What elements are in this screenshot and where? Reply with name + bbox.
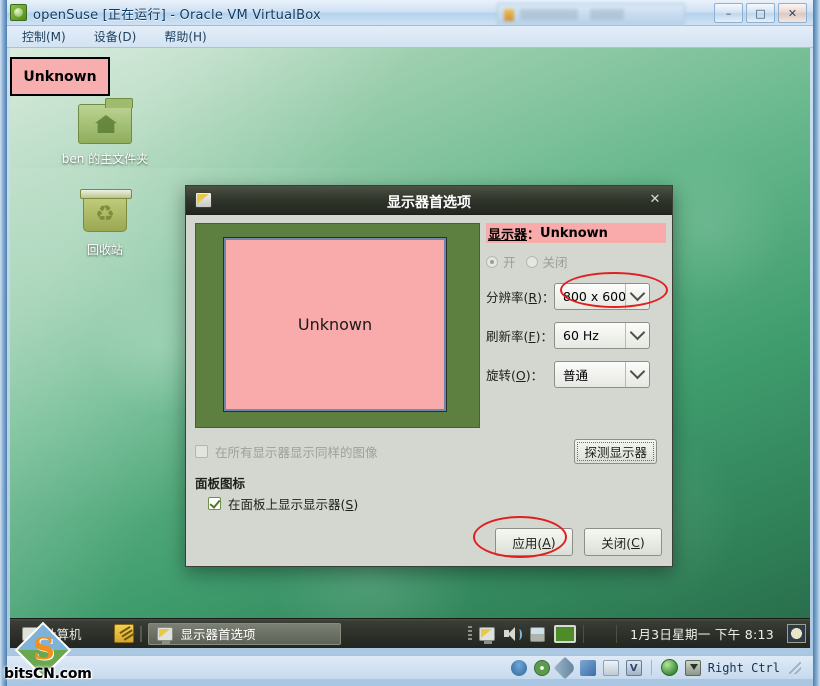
resolution-value: 800 x 600 (563, 289, 627, 304)
refresh-rate-value: 60 Hz (563, 328, 599, 343)
window-title: openSuse [正在运行] - Oracle VM VirtualBox (33, 8, 321, 23)
menubar: 控制(M) 设备(D) 帮助(H) (7, 26, 813, 48)
opensuse-icon (10, 4, 27, 21)
maximize-button[interactable]: □ (746, 3, 775, 23)
chevron-down-icon (625, 362, 649, 387)
taskbar-separator (139, 625, 142, 642)
monitor-name-value: Unknown (540, 225, 608, 241)
window-titlebar: openSuse [正在运行] - Oracle VM VirtualBox –… (0, 0, 820, 26)
chevron-down-icon (625, 284, 649, 309)
show-monitors-in-panel-row[interactable]: 在面板上显示显示器(S) (208, 494, 358, 513)
printer-icon[interactable] (528, 625, 547, 643)
vrde-icon[interactable]: V (625, 659, 642, 676)
menu-item-help[interactable]: 帮助(H) (160, 26, 210, 47)
refresh-rate-label: 刷新率(F)： (486, 329, 553, 344)
radio-on-dot (486, 255, 498, 268)
resize-grip[interactable] (789, 661, 801, 674)
radio-on[interactable]: 开 (486, 252, 516, 271)
minimize-button[interactable]: – (714, 3, 743, 23)
display-preferences-dialog: 显示器首选项 ✕ Unknown 显示器 ： Unknown 开 关闭 分辨率(… (185, 185, 673, 567)
rotation-row: 旋转(O)： 普通 (486, 361, 666, 388)
monitor-arrangement-canvas[interactable]: Unknown (195, 223, 480, 428)
taskbar-task-label: 显示器首选项 (180, 627, 256, 642)
taskbar-clock[interactable]: 1月3日星期一 下午 8:13 (624, 624, 780, 643)
apply-button[interactable]: 应用(A) (495, 528, 573, 556)
dialog-body: Unknown 显示器 ： Unknown 开 关闭 分辨率(R)： 800 x… (186, 215, 672, 566)
virtualbox-window: openSuse [正在运行] - Oracle VM VirtualBox –… (0, 0, 820, 686)
notes-icon[interactable] (113, 624, 134, 643)
dialog-title: 显示器首选项 (387, 195, 471, 211)
globe-icon[interactable] (660, 659, 678, 676)
desktop-icon-trash[interactable]: 回收站 (50, 189, 160, 258)
refresh-rate-row: 刷新率(F)： 60 Hz (486, 322, 666, 349)
radio-off-label: 关闭 (542, 255, 568, 270)
monitor-power-radio-group: 开 关闭 (486, 252, 666, 271)
taskbar-task-display-preferences[interactable]: 显示器首选项 (147, 622, 341, 645)
radio-off[interactable]: 关闭 (525, 252, 568, 271)
desktop-icon-trash-label: 回收站 (86, 243, 123, 257)
moon-icon[interactable] (787, 624, 806, 643)
monitor-icon (156, 626, 173, 644)
dialog-titlebar: 显示器首选项 ✕ (186, 186, 672, 215)
cd-icon[interactable] (533, 659, 550, 676)
monitor-preview-rect[interactable]: Unknown (223, 237, 447, 412)
same-image-checkbox[interactable] (195, 445, 208, 458)
background-window-title (520, 9, 640, 20)
dialog-button-row: 应用(A) 关闭(C) (495, 528, 662, 556)
network-icon[interactable] (579, 659, 596, 676)
host-key-icon (684, 659, 701, 676)
show-monitors-checkbox[interactable] (208, 497, 221, 510)
menu-item-devices[interactable]: 设备(D) (90, 26, 141, 47)
same-image-row: 在所有显示器显示同样的图像 探测显示器 (195, 439, 657, 464)
desktop-icon-home-label: ben 的主文件夹 (61, 152, 149, 166)
shared-folder-icon[interactable] (602, 659, 619, 676)
system-tray: 1月3日星期一 下午 8:13 (468, 619, 810, 648)
detect-monitors-button[interactable]: 探测显示器 (574, 439, 657, 464)
chevron-down-icon (625, 323, 649, 348)
close-dialog-button[interactable]: 关闭(C) (584, 528, 662, 556)
rotation-select[interactable]: 普通 (554, 361, 650, 388)
tray-spacer (583, 624, 618, 643)
monitor-name-separator: ： (527, 227, 541, 243)
harddisk-icon[interactable] (510, 659, 527, 676)
resolution-row: 分辨率(R)： 800 x 600 (486, 283, 666, 310)
trash-icon (50, 189, 160, 239)
tray-drag-handle[interactable] (468, 626, 473, 641)
refresh-rate-select[interactable]: 60 Hz (554, 322, 650, 349)
virtualbox-status-bar: V Right Ctrl (7, 655, 813, 679)
resolution-select[interactable]: 800 x 600 (554, 283, 650, 310)
host-key-label: Right Ctrl (707, 660, 780, 675)
status-divider (650, 660, 652, 675)
monitor-name-label: 显示器 (488, 227, 528, 243)
rotation-label: 旋转(O)： (486, 368, 544, 383)
desktop-icon-home[interactable]: ben 的主文件夹 (50, 98, 160, 167)
radio-on-label: 开 (503, 255, 516, 270)
monitor-identify-overlay: Unknown (10, 57, 110, 96)
radio-off-dot (525, 255, 538, 268)
monitor-name-header: 显示器 ： Unknown (486, 223, 666, 243)
volume-icon[interactable] (502, 625, 523, 643)
watermark-logo-letter: S (33, 632, 55, 667)
window-frame-left (0, 0, 7, 686)
show-monitors-label: 在面板上显示显示器(S) (228, 497, 359, 512)
close-button[interactable]: ✕ (778, 3, 807, 23)
background-window-icon (504, 9, 514, 21)
watermark: S bitsCN.com (4, 621, 110, 686)
rotation-value: 普通 (563, 368, 589, 383)
window-frame-right (813, 0, 820, 686)
panel-icon-section-title: 面板图标 (195, 476, 246, 491)
resolution-label: 分辨率(R)： (486, 290, 555, 305)
display-tray-icon[interactable] (479, 626, 496, 644)
home-folder-icon (50, 98, 160, 148)
monitor-settings-panel: 显示器 ： Unknown 开 关闭 分辨率(R)： 800 x 600 刷新率… (486, 223, 666, 388)
same-image-label: 在所有显示器显示同样的图像 (215, 445, 378, 460)
background-window[interactable] (497, 3, 685, 25)
menu-item-control[interactable]: 控制(M) (18, 26, 70, 47)
guest-screen: ben 的主文件夹 回收站 Unknown 显示器首选项 ✕ Unknown (10, 48, 810, 648)
watermark-text: bitsCN.com (4, 666, 92, 682)
screen-icon[interactable] (554, 624, 577, 643)
guest-taskbar: 计算机 显示器首选项 1月3日星期一 下午 8:13 (10, 618, 810, 648)
dialog-close-icon[interactable]: ✕ (647, 192, 663, 208)
usb-icon[interactable] (553, 656, 577, 679)
